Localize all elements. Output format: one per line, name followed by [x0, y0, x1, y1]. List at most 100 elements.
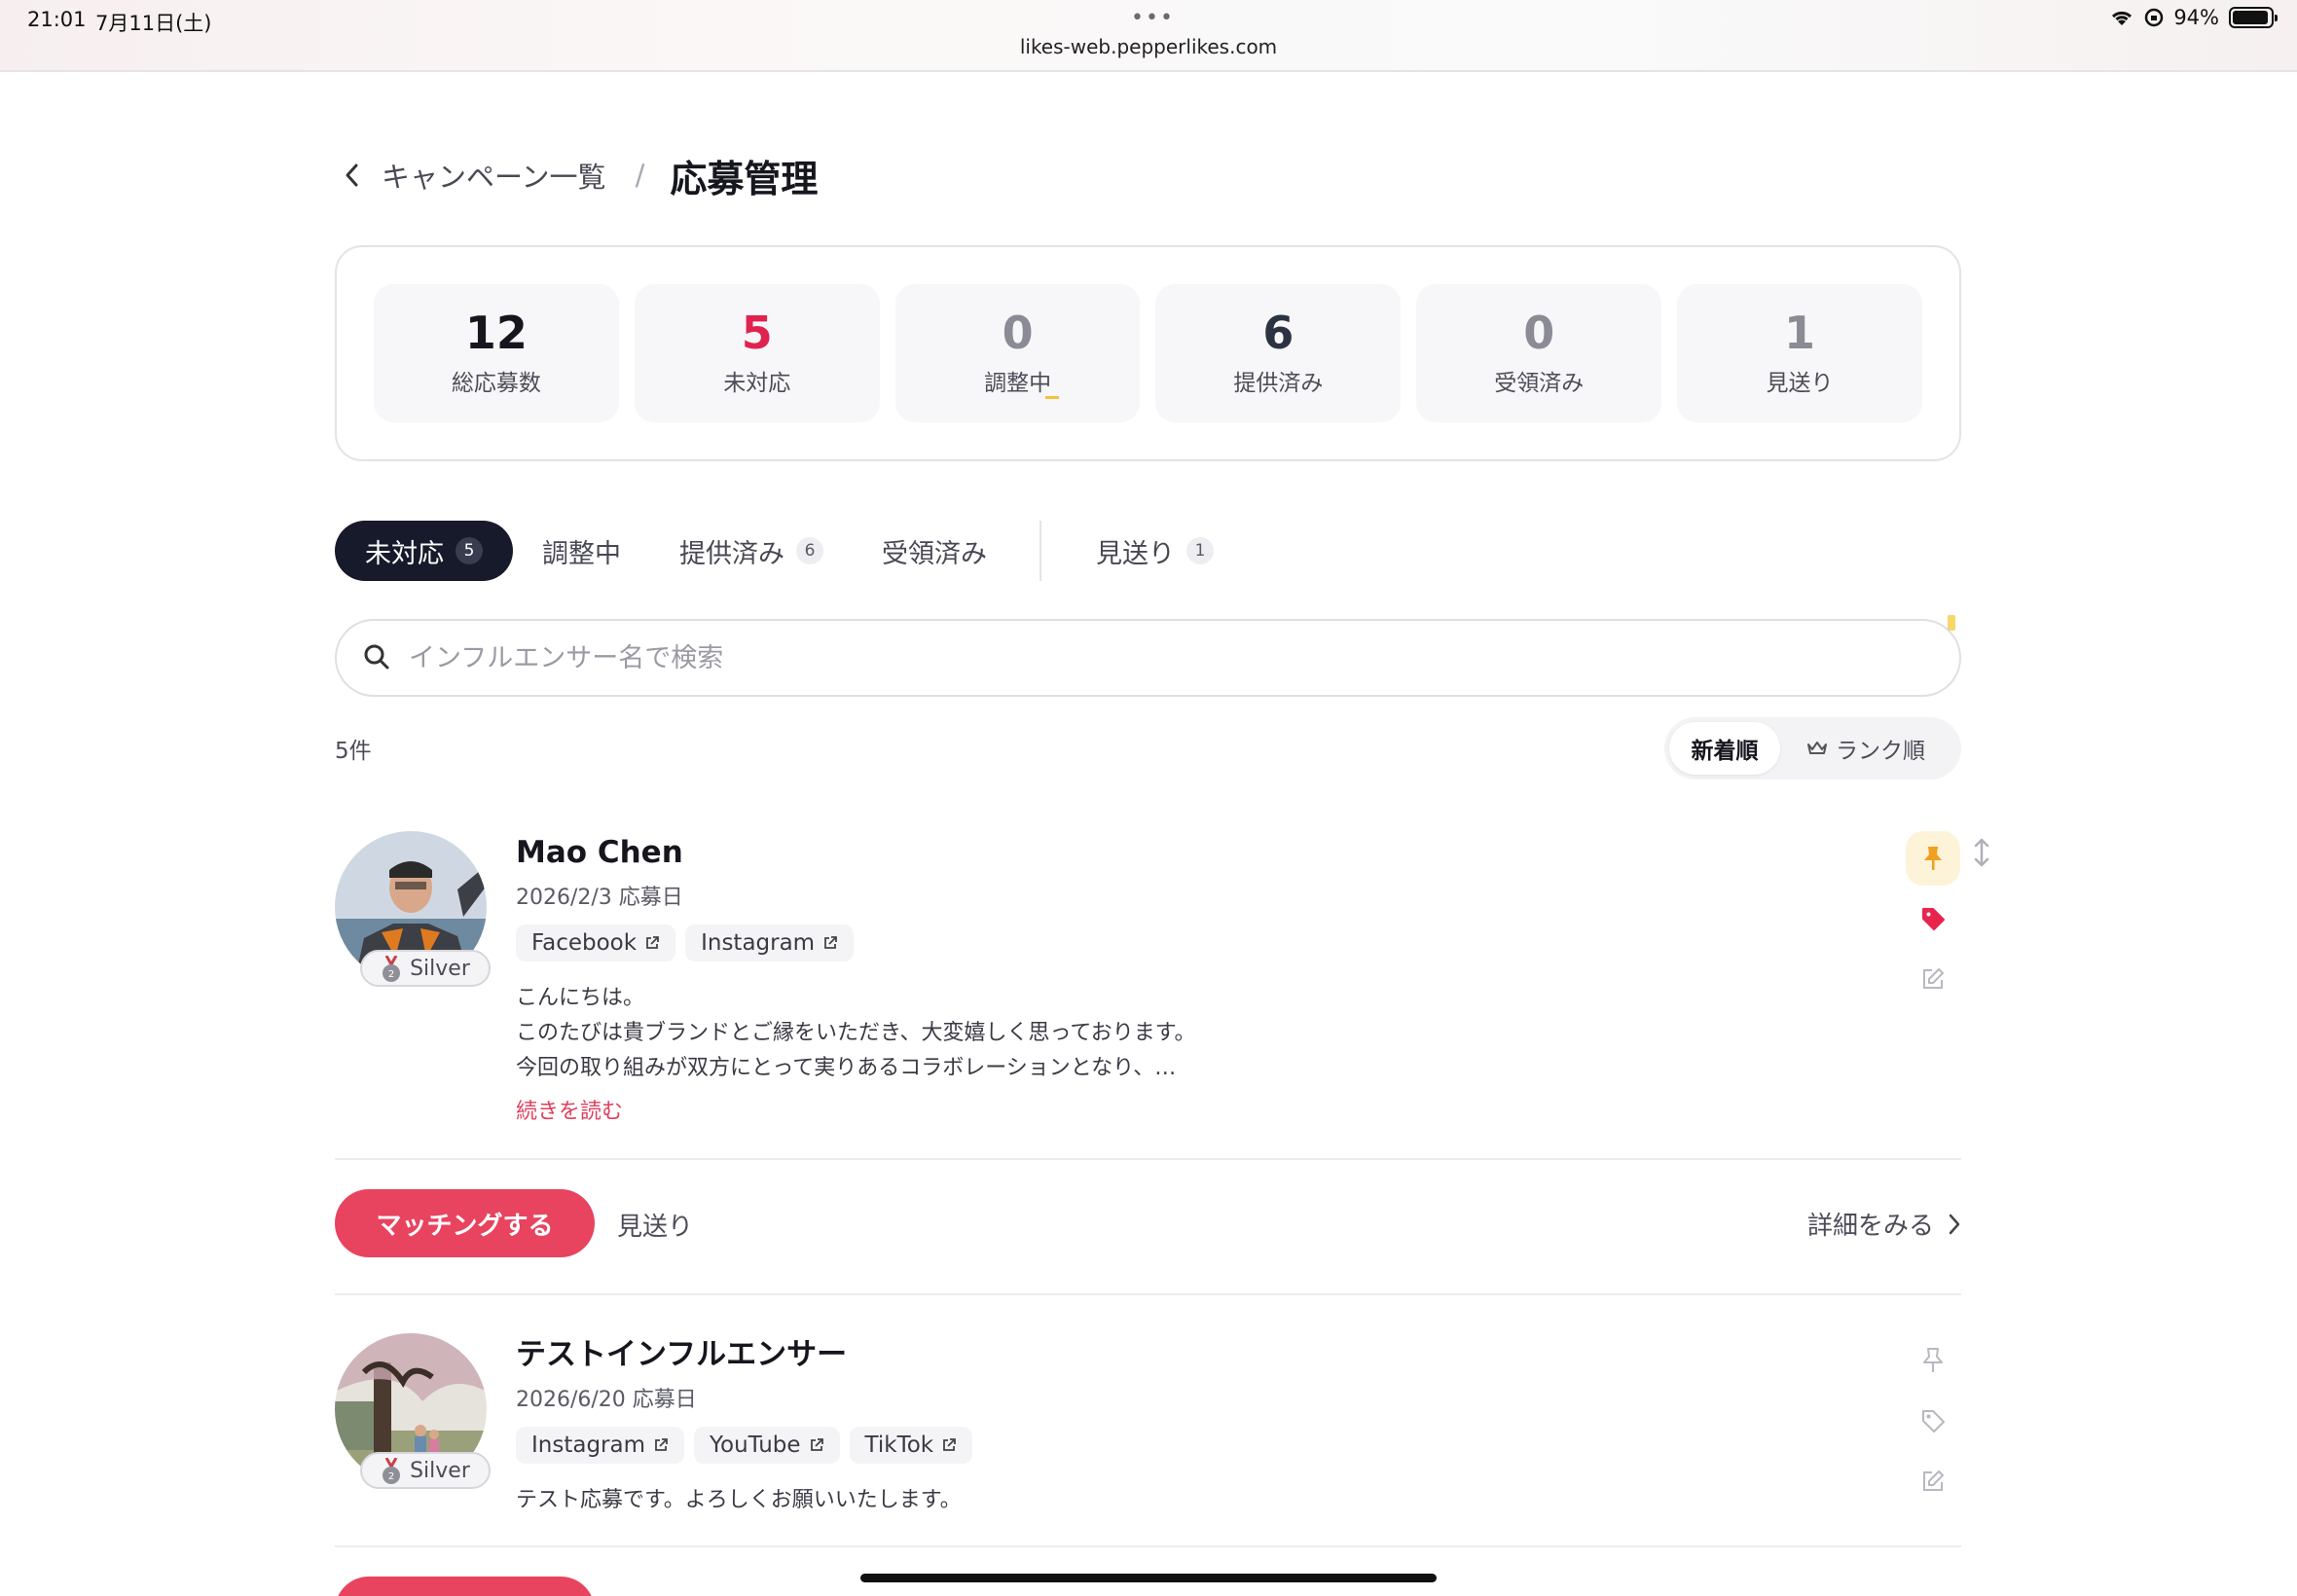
influencer-name[interactable]: テストインフルエンサー — [516, 1333, 972, 1376]
rank-label: Silver — [410, 956, 470, 981]
rank-label: Silver — [410, 1458, 470, 1483]
read-more-link[interactable]: 続きを読む — [516, 1094, 623, 1125]
battery-icon — [2229, 7, 2278, 28]
browser-status-bar: 21:01 7月11日(土) ••• likes-web.pepperlikes… — [0, 0, 2297, 72]
more-dots-icon[interactable]: ••• — [1131, 6, 1175, 30]
tab-label: 調整中 — [542, 538, 621, 569]
search-icon — [362, 642, 393, 673]
stat-unhandled: 5 未対応 — [634, 284, 880, 422]
breadcrumb: キャンペーン一覧 / 応募管理 — [335, 146, 818, 204]
stat-value: 1 — [1784, 306, 1816, 359]
sns-link-youtube[interactable]: YouTube — [694, 1427, 840, 1464]
application-message: テスト応募です。よろしくお願いいたします。 — [516, 1488, 962, 1512]
tab-label: 提供済み — [679, 538, 784, 569]
match-button[interactable]: マッチングする — [335, 1189, 595, 1257]
sns-label: Facebook — [531, 930, 638, 956]
sns-link-facebook[interactable]: Facebook — [516, 925, 676, 961]
stat-label: 提供済み — [1233, 371, 1324, 397]
sns-label: YouTube — [710, 1433, 801, 1458]
search-box[interactable] — [335, 619, 1961, 697]
tab-adjusting[interactable]: 調整中 — [513, 521, 650, 581]
stat-value: 0 — [1523, 306, 1555, 359]
application-date: 2026/2/3 応募日 — [516, 886, 683, 910]
external-link-icon — [943, 1438, 957, 1451]
chevron-right-icon — [1949, 1214, 1960, 1234]
pass-button[interactable]: 見送り — [617, 1207, 693, 1243]
card-side-actions — [1906, 831, 1960, 1012]
crown-icon — [1807, 742, 1827, 754]
address-bar-url[interactable]: likes-web.pepperlikes.com — [0, 35, 2297, 58]
stat-label: 調整中 — [984, 364, 1060, 400]
match-button[interactable] — [335, 1577, 595, 1596]
page-title: 応募管理 — [670, 157, 819, 200]
tab-unhandled[interactable]: 未対応 5 — [335, 521, 513, 581]
stat-provided: 6 提供済み — [1155, 284, 1402, 422]
home-indicator[interactable] — [860, 1574, 1437, 1582]
avatar-container: 2 Silver — [335, 1333, 491, 1489]
sort-rank-button[interactable]: ランク順 — [1780, 722, 1951, 775]
stat-value: 5 — [741, 306, 773, 359]
drag-handle-icon[interactable] — [1972, 837, 1991, 868]
stat-value: 12 — [464, 306, 528, 359]
result-count: 5件 — [335, 739, 372, 764]
stats-summary-card: 12 総応募数 5 未対応 0 調整中 6 提供済み 0 受領済み 1 見送り — [335, 245, 1961, 461]
stat-total: 12 総応募数 — [374, 284, 619, 422]
breadcrumb-campaign-list[interactable]: キャンペーン一覧 — [382, 155, 606, 196]
edit-note-button[interactable] — [1906, 1454, 1960, 1508]
tab-label: 未対応 — [365, 538, 444, 569]
card-divider — [335, 1545, 1961, 1547]
sns-label: Instagram — [701, 930, 816, 956]
stat-label-text: 調整中 — [984, 371, 1052, 397]
sort-newest-button[interactable]: 新着順 — [1669, 722, 1780, 775]
sns-link-tiktok[interactable]: TikTok — [849, 1427, 973, 1464]
stat-label: 未対応 — [723, 371, 791, 397]
tag-icon — [1922, 1410, 1945, 1433]
pin-icon — [1923, 1348, 1943, 1372]
card-divider — [335, 1293, 1961, 1295]
application-card: 2 Silver テストインフルエンサー 2026/6/20 応募日 Insta… — [335, 1333, 1961, 1547]
sns-link-instagram[interactable]: Instagram — [685, 925, 855, 961]
card-divider — [335, 1158, 1961, 1160]
status-date: 7月11日(土) — [95, 12, 212, 35]
tab-provided[interactable]: 提供済み 6 — [650, 521, 853, 581]
stat-value: 0 — [1002, 306, 1034, 359]
search-input[interactable] — [409, 642, 1869, 673]
application-date: 2026/6/20 応募日 — [516, 1388, 697, 1412]
tab-count-badge: 5 — [456, 537, 483, 564]
medal-icon: 2 — [381, 955, 402, 982]
sns-link-instagram[interactable]: Instagram — [516, 1427, 685, 1464]
avatar-container: 2 Silver — [335, 831, 491, 987]
tab-received[interactable]: 受領済み — [853, 521, 1016, 581]
sort-rank-label: ランク順 — [1836, 739, 1925, 764]
application-info: テストインフルエンサー 2026/6/20 応募日 Instagram YouT… — [516, 1333, 973, 1518]
external-link-icon — [810, 1438, 823, 1451]
chevron-left-icon[interactable] — [335, 159, 368, 192]
influencer-name[interactable]: Mao Chen — [516, 831, 1196, 874]
tag-button[interactable] — [1906, 1394, 1960, 1448]
edit-note-button[interactable] — [1906, 952, 1960, 1006]
application-info: Mao Chen 2026/2/3 応募日 Facebook Instagram… — [516, 831, 1196, 1125]
stat-adjusting: 0 調整中 — [894, 284, 1141, 422]
edit-icon — [1923, 968, 1944, 989]
sns-label: TikTok — [864, 1433, 934, 1458]
highlight-mark — [1948, 615, 1955, 631]
view-details-link[interactable]: 詳細をみる — [1807, 1206, 1961, 1242]
highlight-mark — [1045, 396, 1060, 400]
card-actions: マッチングする 見送り 詳細をみる — [335, 1189, 1961, 1257]
tag-button[interactable] — [1906, 891, 1960, 946]
tab-count-badge: 6 — [796, 537, 823, 564]
view-details-label: 詳細をみる — [1806, 1212, 1934, 1241]
sns-label: Instagram — [531, 1433, 646, 1458]
tab-label: 見送り — [1096, 538, 1175, 569]
tab-divider — [1039, 521, 1041, 581]
pin-button[interactable] — [1906, 1333, 1960, 1388]
orientation-lock-icon — [2145, 8, 2164, 27]
external-link-icon — [824, 936, 837, 949]
tab-passed[interactable]: 見送り 1 — [1067, 521, 1243, 581]
svg-text:2: 2 — [388, 969, 394, 980]
stat-passed: 1 見送り — [1677, 284, 1922, 422]
application-card: 2 Silver Mao Chen 2026/2/3 応募日 Facebook … — [335, 831, 1989, 1125]
card-side-actions — [1906, 1333, 1960, 1514]
pin-button[interactable] — [1906, 831, 1960, 886]
breadcrumb-separator: / — [635, 159, 645, 192]
